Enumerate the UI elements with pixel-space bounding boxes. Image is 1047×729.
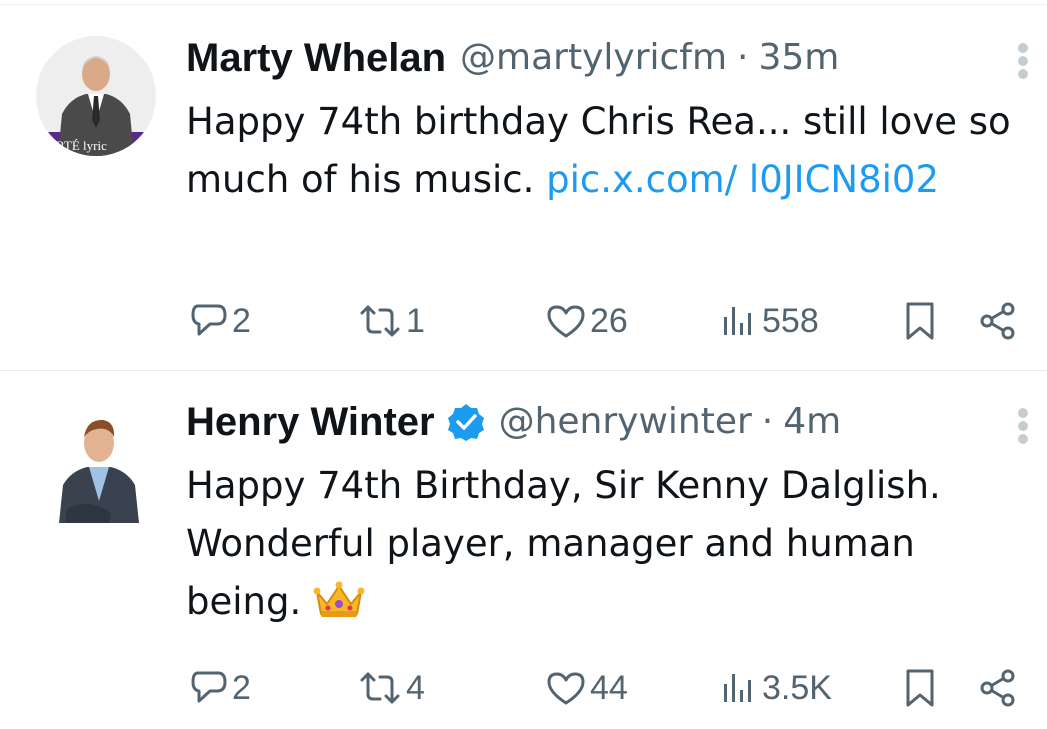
more-options-icon[interactable] (1017, 406, 1029, 446)
separator-dot: · (737, 37, 749, 78)
avatar-logo-text: RTÉ lyric (56, 138, 107, 153)
action-bar: 2 1 26 558 (186, 301, 1026, 341)
action-bar: 2 4 44 3.5K (186, 668, 1026, 708)
reply-button[interactable]: 2 (190, 668, 251, 708)
reply-icon (191, 671, 227, 703)
repost-button[interactable]: 1 (358, 301, 425, 341)
like-button[interactable]: 44 (546, 668, 628, 708)
share-icon (980, 302, 1015, 340)
views-button[interactable]: 3.5K (718, 668, 832, 708)
tweet-text: Happy 74th Birthday, Sir Kenny Dalglish.… (186, 457, 1026, 631)
avatar-image (59, 419, 139, 523)
author-handle[interactable]: @martylyricfm (460, 33, 727, 83)
avatar[interactable]: RTÉ lyric (36, 36, 156, 156)
views-count: 3.5K (762, 668, 832, 707)
bookmark-icon (906, 302, 934, 340)
separator-dot: · (761, 401, 774, 442)
repost-count: 1 (406, 301, 425, 340)
verified-badge-icon[interactable] (447, 403, 485, 441)
author-name[interactable]: Marty Whelan (186, 33, 446, 83)
like-button[interactable]: 26 (546, 301, 628, 341)
tweet-text: Happy 74th birthday Chris Rea... still l… (186, 93, 1026, 209)
author-name[interactable]: Henry Winter (186, 397, 435, 447)
reply-count: 2 (232, 668, 251, 707)
avatar[interactable] (49, 405, 149, 525)
views-count: 558 (762, 301, 819, 340)
like-count: 26 (590, 301, 628, 340)
like-icon (547, 672, 585, 705)
reply-count: 2 (232, 301, 251, 340)
tweet-henry-winter[interactable]: Henry Winter @henrywinter · 4m Happy 74t… (0, 371, 1047, 729)
bookmark-icon (906, 669, 934, 707)
views-button[interactable]: 558 (718, 301, 819, 341)
tweet-text-content: Happy 74th Birthday, Sir Kenny Dalglish.… (186, 464, 941, 623)
reply-icon (191, 304, 227, 336)
avatar-image: RTÉ lyric (36, 36, 156, 156)
views-icon (724, 674, 751, 702)
tweet-marty-whelan[interactable]: RTÉ lyric Marty Whelan @martylyricfm · 3… (0, 5, 1047, 370)
like-icon (547, 305, 585, 338)
bookmark-button[interactable] (902, 668, 938, 708)
crown-emoji-icon (313, 581, 365, 617)
timestamp[interactable]: 4m (783, 397, 841, 447)
reply-button[interactable]: 2 (190, 301, 251, 341)
like-count: 44 (590, 668, 628, 707)
share-button[interactable] (978, 668, 1018, 708)
repost-icon (360, 305, 400, 337)
more-options-icon[interactable] (1017, 41, 1029, 81)
repost-count: 4 (406, 668, 425, 707)
repost-button[interactable]: 4 (358, 668, 425, 708)
tweet-link[interactable]: pic.x.com/ l0JICN8i02 (546, 158, 939, 201)
timestamp[interactable]: 35m (759, 33, 840, 83)
views-icon (724, 307, 751, 335)
repost-icon (360, 672, 400, 704)
share-icon (980, 669, 1015, 707)
tweet-header: Marty Whelan @martylyricfm · 35m (186, 33, 839, 83)
tweet-header: Henry Winter @henrywinter · 4m (186, 397, 841, 447)
share-button[interactable] (978, 301, 1018, 341)
bookmark-button[interactable] (902, 301, 938, 341)
author-handle[interactable]: @henrywinter (499, 397, 752, 447)
